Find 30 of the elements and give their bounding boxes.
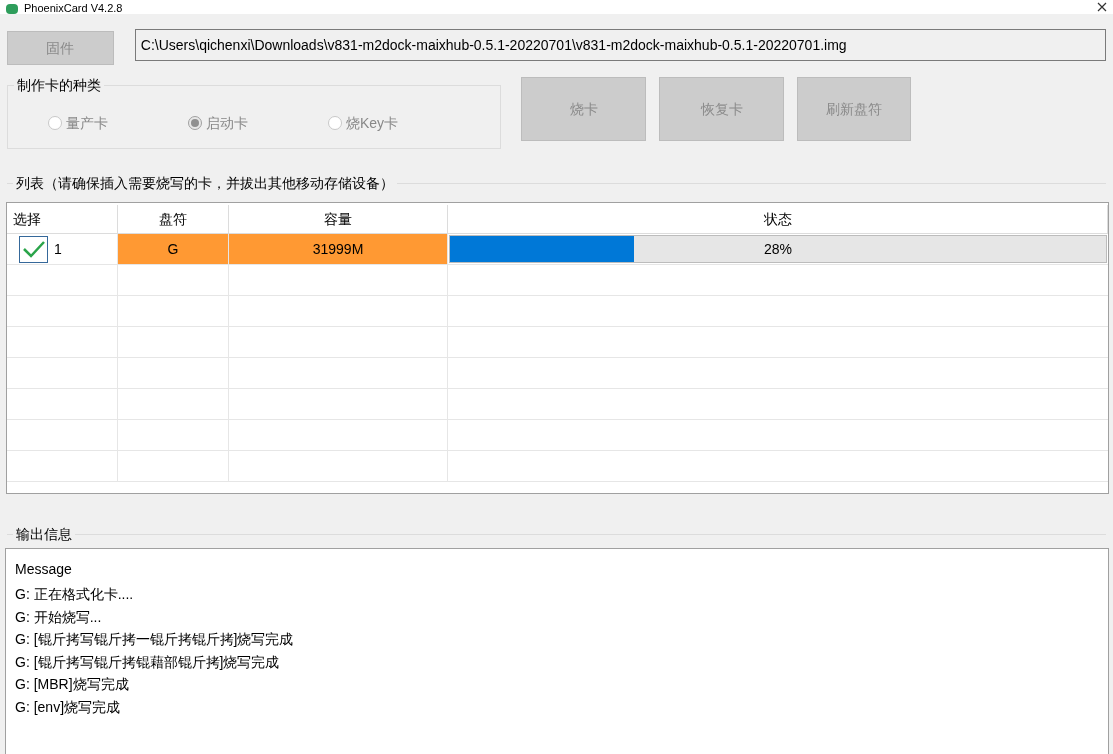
log-line: G: [MBR]烧写完成 <box>15 675 130 694</box>
checkbox[interactable] <box>19 235 48 263</box>
close-icon[interactable] <box>1097 2 1107 12</box>
app-icon <box>6 4 18 14</box>
column-header[interactable]: 状态 <box>448 205 1108 233</box>
log-line: G: 正在格式化卡.... <box>15 585 135 604</box>
radio-button[interactable] <box>328 116 342 130</box>
progress-label: 28% <box>763 239 793 259</box>
radio-button[interactable] <box>188 116 202 130</box>
radio-button[interactable] <box>48 116 62 130</box>
table-cell: G <box>118 234 229 264</box>
radio-label: 量产卡 <box>66 113 108 133</box>
group-title: 列表（请确保插入需要烧写的卡，并拔出其他移动存储设备） <box>13 174 397 192</box>
column-header[interactable]: 容量 <box>229 205 448 233</box>
group-title: 制作卡的种类 <box>14 76 104 94</box>
log-line: G: [锟斤拷写锟斤拷锟藉部锟斤拷]烧写完成 <box>15 652 281 672</box>
column-header[interactable]: 选择 <box>7 205 118 233</box>
group-title: 输出信息 <box>13 525 75 543</box>
log-header: Message <box>15 560 73 579</box>
window-title: PhoenixCard V4.2.8 <box>24 2 123 14</box>
column-header[interactable]: 盘符 <box>118 205 229 233</box>
row-number: 1 <box>54 239 62 259</box>
table-cell: 31999M <box>229 234 448 264</box>
path-field[interactable]: C:\Users\qichenxi\Downloads\v831-m2dock-maixhub-0.5.1-20220701\v831-m2dock-maixhub-0.5.1-20220701.img <box>134 29 1106 61</box>
radio-label: 启动卡 <box>206 113 248 133</box>
log-line: G: 开始烧写... <box>15 607 103 627</box>
check-icon <box>21 240 46 258</box>
log-line: G: [锟斤拷写锟斤拷一锟斤拷锟斤拷]烧写完成 <box>15 630 295 649</box>
log-line: G: [env]烧写完成 <box>15 697 122 717</box>
radio-label: 烧Key卡 <box>346 113 399 133</box>
